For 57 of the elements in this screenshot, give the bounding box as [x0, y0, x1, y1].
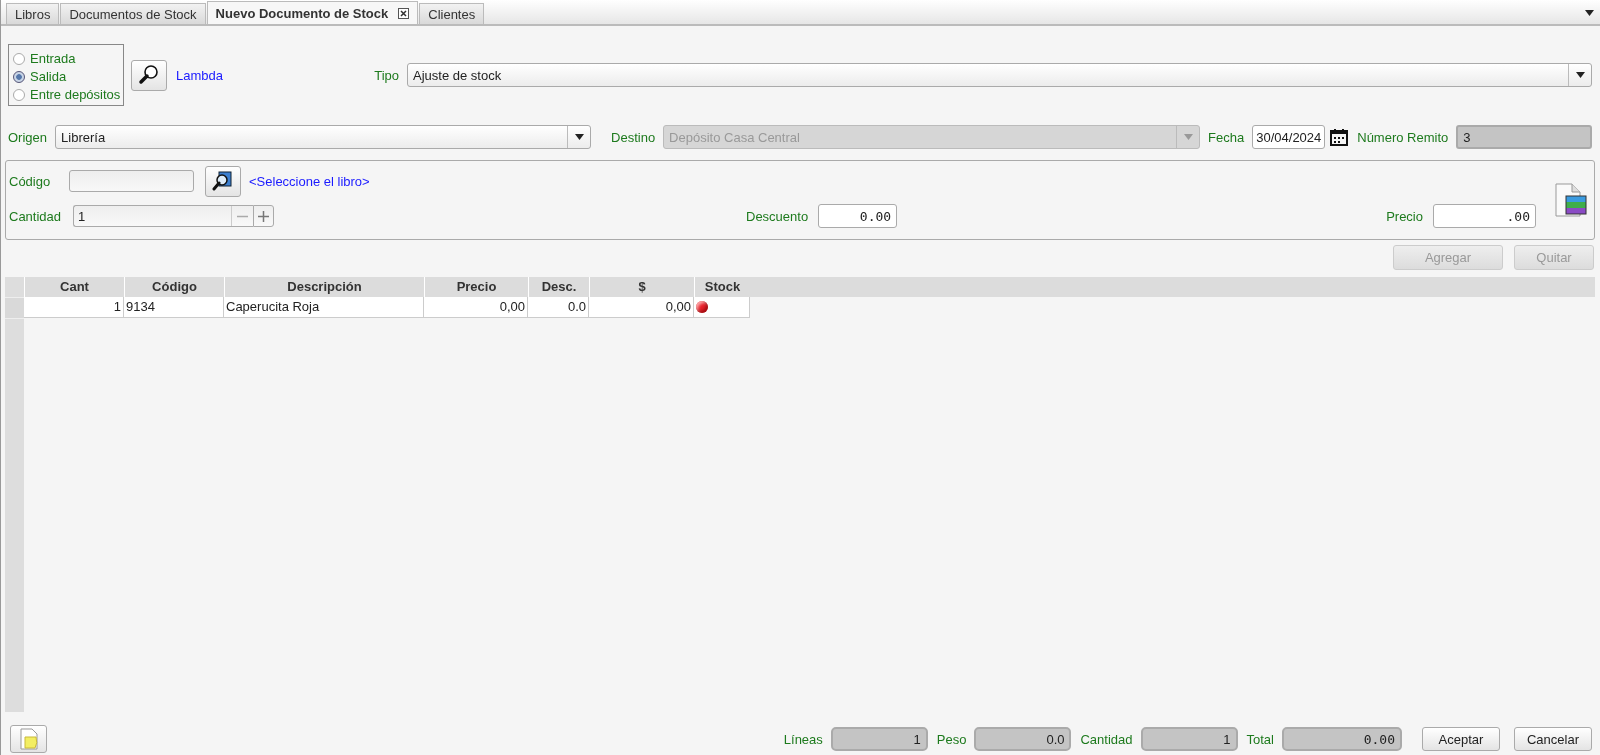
- caret-icon[interactable]: [1575, 72, 1585, 78]
- quantity-spinner[interactable]: 1: [73, 205, 253, 227]
- field-label: Origen: [8, 129, 48, 145]
- date-field[interactable]: 30/04/2024: [1252, 125, 1326, 149]
- total-field: 0.00: [1282, 727, 1402, 751]
- table-cell: 0,00: [424, 297, 528, 317]
- discount-field[interactable]: 0.00: [818, 204, 898, 228]
- field-label: Código: [9, 173, 52, 189]
- type-select[interactable]: Ajuste de stock: [407, 63, 1592, 87]
- total-label: Cantidad: [1080, 731, 1133, 747]
- close-icon[interactable]: [398, 7, 410, 19]
- dropdown-icon[interactable]: [1585, 10, 1594, 16]
- field-label: Cantidad: [9, 208, 63, 224]
- table-cell: 0,00: [589, 297, 694, 317]
- book-search-button[interactable]: [205, 165, 241, 197]
- document-stack-icon[interactable]: [1554, 183, 1588, 217]
- radio-label[interactable]: Entre depósitos: [30, 87, 121, 102]
- table-cell: 1: [24, 297, 124, 317]
- total-label: Peso: [936, 731, 967, 747]
- tab[interactable]: Documentos de Stock: [60, 3, 206, 24]
- total-field: 0.0: [974, 727, 1072, 751]
- book-magnifier-icon: [212, 170, 234, 192]
- table-cell: 0.0: [528, 297, 589, 317]
- select-book-link[interactable]: <Seleccione el libro>: [249, 173, 370, 189]
- total-field: 1: [1140, 727, 1238, 751]
- field-label: Número Remito: [1357, 129, 1449, 145]
- radio-button[interactable]: [13, 70, 25, 83]
- magnifier-icon: [138, 64, 160, 86]
- search-button[interactable]: [131, 59, 167, 91]
- plus-icon[interactable]: [253, 205, 274, 227]
- radio-button[interactable]: [13, 52, 25, 65]
- radio-label[interactable]: Entrada: [30, 51, 76, 66]
- total-label: Total: [1246, 731, 1274, 747]
- origin-select[interactable]: Librería: [55, 125, 592, 149]
- tab[interactable]: Libros: [6, 3, 60, 24]
- total-label: Líneas: [783, 731, 823, 747]
- radio-label[interactable]: Salida: [30, 69, 67, 84]
- note-icon: [17, 727, 40, 751]
- code-field[interactable]: [69, 170, 194, 192]
- tab[interactable]: Nuevo Documento de Stock: [206, 1, 419, 24]
- accept-button[interactable]: Aceptar: [1422, 727, 1500, 751]
- field-label: Descuento: [746, 208, 809, 224]
- field-label: Precio: [1386, 208, 1423, 224]
- radio-button[interactable]: [13, 88, 25, 101]
- price-field[interactable]: .00: [1433, 204, 1536, 228]
- provider-link[interactable]: Lambda: [176, 67, 223, 83]
- field-label: Tipo: [374, 67, 399, 83]
- cancel-button[interactable]: Cancelar: [1514, 727, 1592, 751]
- tab[interactable]: Clientes: [419, 3, 485, 24]
- remito-field[interactable]: 3: [1456, 125, 1592, 149]
- field-label: Destino: [611, 129, 656, 145]
- table-cell: 9134: [124, 297, 224, 317]
- field-label: Fecha: [1208, 129, 1245, 145]
- table-cell: Caperucita Roja: [224, 297, 424, 317]
- caret-icon[interactable]: [574, 134, 584, 140]
- total-field: 1: [830, 727, 928, 751]
- calendar-icon[interactable]: [1329, 127, 1350, 147]
